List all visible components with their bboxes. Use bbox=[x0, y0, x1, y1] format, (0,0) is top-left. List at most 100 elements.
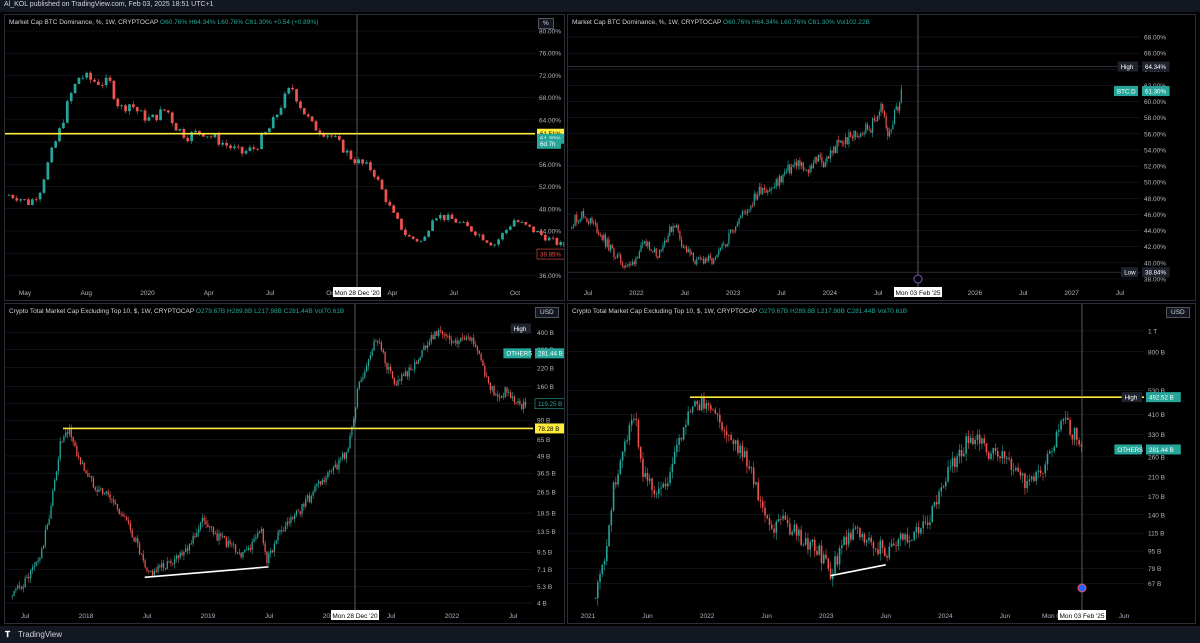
candle-body bbox=[704, 258, 706, 264]
x-tick-label: 2022 bbox=[700, 613, 715, 620]
chart-svg-3[interactable]: 1 T800 B530 B410 B330 B260 B210 B170 B14… bbox=[568, 304, 1196, 624]
unit-button[interactable]: USD bbox=[1166, 307, 1190, 318]
candle-body bbox=[493, 386, 495, 396]
candle-body bbox=[782, 515, 784, 520]
chart-panel-others-2017[interactable]: 400 B300 B220 B160 B120 B90 B65 B49 B36.… bbox=[4, 303, 565, 624]
candle-body bbox=[431, 220, 434, 231]
candle-body bbox=[89, 476, 91, 477]
event-marker-icon bbox=[913, 274, 923, 284]
x-tick-label: 2022 bbox=[629, 290, 644, 297]
candle-body bbox=[1012, 469, 1015, 471]
candle-body bbox=[1048, 451, 1051, 454]
candle-body bbox=[813, 539, 816, 551]
candle-body bbox=[39, 558, 41, 561]
candle-body bbox=[369, 355, 371, 360]
candle-body bbox=[741, 211, 744, 216]
candle-body bbox=[264, 543, 266, 552]
candle-body bbox=[630, 263, 632, 265]
candle-body bbox=[449, 336, 451, 340]
y-tick-label: 72.00% bbox=[539, 73, 561, 80]
candle-body bbox=[571, 227, 573, 229]
candle-body bbox=[419, 357, 421, 361]
chart-panel-btc-dominance-2021[interactable]: 68.00%66.00%64.00%62.00%60.00%58.00%56.0… bbox=[567, 14, 1196, 301]
candle-body bbox=[266, 551, 268, 563]
candle-body bbox=[1071, 434, 1074, 440]
candle-body bbox=[31, 567, 34, 571]
candle-body bbox=[222, 535, 224, 537]
candle-body bbox=[314, 121, 318, 131]
candle-body bbox=[819, 154, 821, 158]
candle-body bbox=[603, 561, 606, 565]
candle-body bbox=[589, 217, 591, 224]
price-tag-label: High bbox=[514, 326, 527, 333]
candle-body bbox=[205, 136, 209, 138]
candle-body bbox=[741, 445, 744, 458]
candle-body bbox=[886, 556, 888, 558]
chart-svg-1[interactable]: 68.00%66.00%64.00%62.00%60.00%58.00%56.0… bbox=[568, 15, 1196, 301]
candle-body bbox=[740, 215, 742, 219]
y-tick-label: 60.00% bbox=[1144, 99, 1166, 106]
candle-body bbox=[706, 258, 708, 261]
candle-body bbox=[779, 176, 781, 186]
candle-body bbox=[716, 255, 718, 258]
candle-body bbox=[899, 533, 902, 540]
candle-body bbox=[714, 409, 717, 414]
candle-body bbox=[306, 495, 309, 499]
candle-body bbox=[807, 169, 809, 173]
candle-body bbox=[664, 240, 666, 246]
candle-body bbox=[736, 223, 738, 227]
candle-body bbox=[1010, 459, 1013, 471]
chart-panel-others-2021[interactable]: 1 T 800 B 530 B 410 B 330 B 260 B 210 B 170 B 14… bbox=[567, 303, 1196, 624]
candle-body bbox=[466, 222, 469, 227]
candle-body bbox=[485, 240, 489, 243]
candle-body bbox=[635, 418, 637, 421]
candle-body bbox=[780, 176, 782, 183]
candle-body bbox=[838, 547, 841, 565]
candle-body bbox=[353, 418, 355, 427]
footer-brand[interactable]: TradingView bbox=[18, 630, 62, 639]
candle-body bbox=[186, 137, 190, 142]
candle-body bbox=[755, 482, 757, 485]
candle-body bbox=[515, 402, 517, 404]
candle-body bbox=[323, 479, 325, 482]
candle-body bbox=[764, 507, 766, 516]
candle-body bbox=[812, 163, 815, 169]
candle-body bbox=[65, 101, 69, 123]
chart-svg-0[interactable]: 80.00%76.00%72.00%68.00%64.00%60.00%56.0… bbox=[5, 15, 565, 301]
candle-body bbox=[800, 162, 803, 166]
candle-body bbox=[672, 226, 674, 232]
candle-body bbox=[144, 560, 146, 568]
candle-body bbox=[770, 188, 772, 191]
candle-body bbox=[723, 430, 726, 432]
y-tick-label: 115 B bbox=[1148, 531, 1165, 538]
candle-body bbox=[850, 532, 852, 540]
candle-body bbox=[341, 139, 345, 153]
candle-body bbox=[143, 110, 147, 121]
candle-body bbox=[286, 521, 288, 526]
chart-panel-btc-dominance-2019[interactable]: 80.00%76.00%72.00%68.00%64.00%60.00%56.0… bbox=[4, 14, 565, 301]
candle-body bbox=[735, 226, 737, 232]
candle-body bbox=[664, 483, 667, 487]
y-tick-label: 64.00% bbox=[539, 117, 561, 124]
x-tick-label: Jul bbox=[1019, 290, 1028, 297]
candle-body bbox=[442, 214, 446, 220]
candle-body bbox=[41, 548, 43, 559]
candle-body bbox=[816, 550, 818, 555]
candle-body bbox=[26, 576, 28, 579]
candle-body bbox=[619, 460, 622, 475]
chart-svg-2[interactable]: 400 B300 B220 B160 B120 B90 B65 B49 B36.… bbox=[5, 304, 565, 624]
unit-button[interactable]: % bbox=[538, 18, 554, 29]
candle-body bbox=[598, 232, 600, 235]
price-tag-label: 6d 7h bbox=[540, 141, 556, 148]
candle-body bbox=[42, 179, 46, 193]
y-tick-label: 400 B bbox=[537, 330, 554, 337]
candle-body bbox=[329, 471, 331, 473]
unit-button[interactable]: USD bbox=[535, 307, 559, 318]
candle-body bbox=[1073, 427, 1076, 440]
candle-body bbox=[850, 132, 852, 137]
candle-body bbox=[157, 565, 159, 572]
candle-body bbox=[487, 376, 490, 383]
candle-body bbox=[574, 214, 576, 227]
candle-body bbox=[372, 170, 376, 177]
candle-body bbox=[159, 565, 161, 568]
